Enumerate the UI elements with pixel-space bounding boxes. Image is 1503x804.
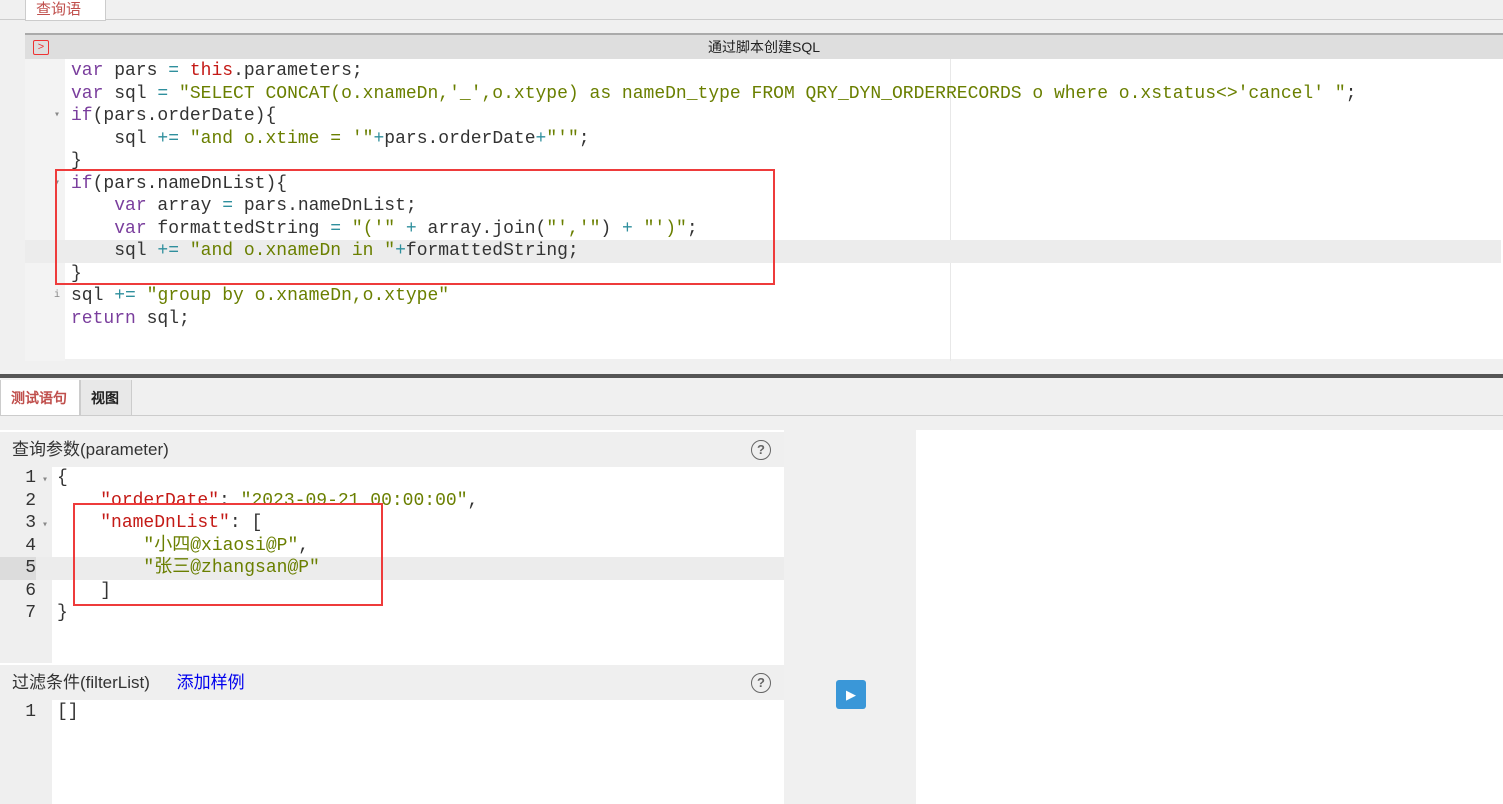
code-token: pars (103, 61, 169, 81)
code-token: [] (57, 702, 79, 722)
fold-arrow-icon[interactable]: ▾ (54, 105, 60, 128)
code-line[interactable]: i sql += "group by o.xnameDn,o.xtype" (54, 285, 1501, 308)
line-number: 5 (0, 557, 36, 580)
run-column: ▶ (784, 430, 916, 804)
code-line[interactable]: sql += "and o.xtime = '"+pars.orderDate+… (71, 128, 1501, 151)
result-panel (916, 430, 1503, 804)
help-icon[interactable]: ? (751, 440, 771, 460)
line-number: 1 (25, 468, 36, 488)
code-token: "and o.xtime = '" (189, 128, 374, 149)
filter-header: 过滤条件(filterList) 添加样例 ? (0, 665, 784, 700)
code-line[interactable]: var sql = "SELECT CONCAT(o.xnameDn,'_',o… (71, 83, 1501, 106)
code-token: this (189, 61, 234, 81)
code-token: "SELECT CONCAT(o.xnameDn,'_',o.xtype) as… (179, 83, 1346, 104)
code-token: sql (103, 83, 158, 104)
highlight-box (73, 503, 383, 606)
code-token: += (114, 286, 136, 306)
run-button[interactable]: ▶ (836, 680, 866, 709)
collapse-icon[interactable]: > (33, 40, 49, 55)
code-token: pars.orderDate (384, 128, 536, 149)
code-token: ; (1345, 83, 1357, 104)
code-token: if (71, 106, 93, 126)
add-sample-link[interactable]: 添加样例 (177, 673, 245, 692)
code-token: .parameters; (233, 61, 363, 81)
line-number: 3 (25, 513, 36, 533)
code-line[interactable]: 1 ▾{ (0, 467, 784, 490)
info-icon[interactable]: i (54, 285, 60, 308)
line-number: 4 (25, 535, 36, 556)
line-number: 1 (25, 702, 36, 722)
tab-view[interactable]: 视图 (80, 380, 132, 416)
code-token: "group by o.xnameDn,o.xtype" (146, 286, 450, 306)
line-number: 7 (25, 603, 36, 623)
code-token: , (467, 490, 479, 511)
code-token: var (71, 61, 104, 81)
bottom-tab-bar: 测试语句 视图 (0, 380, 1503, 416)
code-token: } (57, 603, 68, 623)
line-number: 6 (25, 580, 36, 601)
code-token: sql (71, 286, 115, 306)
code-line[interactable]: ▾ if(pars.orderDate){ (54, 105, 1501, 128)
code-token: ; (578, 128, 590, 149)
help-icon[interactable]: ? (751, 673, 771, 693)
code-token: { (57, 468, 68, 488)
code-token: var (71, 83, 104, 104)
code-line[interactable]: return sql; (71, 308, 1501, 331)
code-line[interactable]: 1 [] (0, 701, 784, 724)
filter-editor[interactable]: 1 [] (0, 701, 784, 724)
splitter[interactable] (0, 374, 1503, 378)
tab-test-statement[interactable]: 测试语句 (0, 380, 80, 416)
code-token: sql (71, 128, 158, 149)
top-tab-bar: 查询语句 (0, 0, 1503, 21)
code-token: = (168, 61, 180, 81)
parameter-title: 查询参数(parameter) (12, 440, 169, 459)
parameter-header: 查询参数(parameter) ? (0, 432, 784, 467)
code-token: (pars.orderDate){ (92, 106, 277, 126)
editor-title: 通过脚本创建SQL (25, 35, 1503, 59)
line-number: 2 (25, 490, 36, 511)
code-token: = (157, 83, 169, 104)
code-token: + (373, 128, 385, 149)
code-token: += (157, 128, 180, 149)
filter-title: 过滤条件(filterList) (12, 673, 150, 692)
code-token: return (71, 308, 136, 329)
tab-query-statement[interactable]: 查询语句 (25, 0, 106, 21)
highlight-box (55, 169, 775, 285)
code-token: } (71, 151, 82, 171)
code-token: "'" (546, 128, 579, 149)
code-token: + (535, 128, 547, 149)
code-line[interactable]: var pars = this.parameters; (71, 60, 1501, 83)
test-panel: 查询参数(parameter) ? 1 ▾{2 "orderDate": "20… (0, 430, 784, 804)
sql-script-editor[interactable]: 通过脚本创建SQL > var pars = this.parameters; v… (25, 33, 1503, 361)
code-token: sql; (135, 308, 190, 329)
